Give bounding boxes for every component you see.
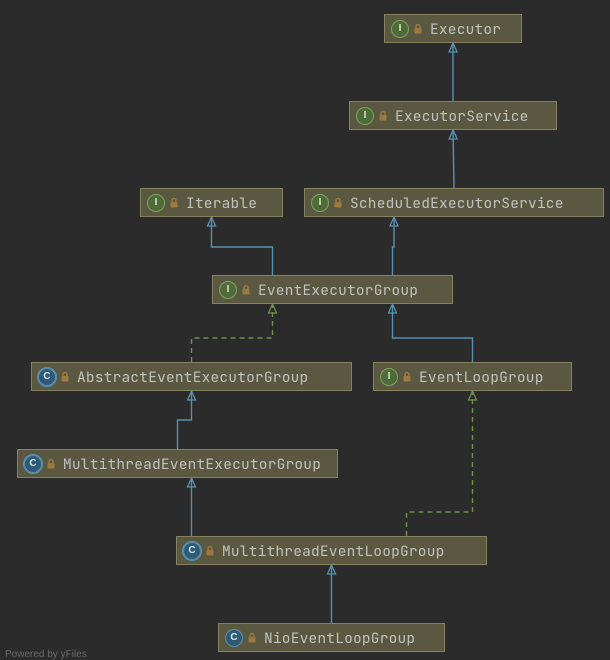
- lock-icon: [59, 371, 71, 383]
- node-ses[interactable]: I ScheduledExecutorService: [304, 188, 604, 217]
- node-elg-label: EventLoopGroup: [419, 368, 544, 387]
- edge-meeg-to-aeeg: [178, 391, 192, 449]
- interface-icon: I: [147, 194, 165, 212]
- interface-icon: I: [311, 194, 329, 212]
- abstract-class-icon: C: [24, 455, 42, 473]
- edge-eeg-to-ses: [393, 217, 395, 275]
- lock-icon: [168, 197, 180, 209]
- edge-melg-to-elg: [407, 391, 473, 536]
- node-aeeg-label: AbstractEventExecutorGroup: [77, 368, 308, 387]
- node-executorService-label: ExecutorService: [395, 107, 529, 126]
- lock-icon: [401, 371, 413, 383]
- node-aeeg[interactable]: C AbstractEventExecutorGroup: [31, 362, 352, 391]
- edge-eeg-to-iterable: [212, 217, 273, 275]
- lock-icon: [412, 23, 424, 35]
- node-executorService[interactable]: I ExecutorService: [349, 101, 557, 130]
- node-meeg[interactable]: C MultithreadEventExecutorGroup: [17, 449, 338, 478]
- edge-elg-to-eeg: [393, 304, 473, 362]
- lock-icon: [240, 284, 252, 296]
- lock-icon: [377, 110, 389, 122]
- interface-icon: I: [219, 281, 237, 299]
- node-eeg[interactable]: I EventExecutorGroup: [212, 275, 453, 304]
- node-elg[interactable]: I EventLoopGroup: [373, 362, 572, 391]
- node-melg[interactable]: C MultithreadEventLoopGroup: [176, 536, 487, 565]
- edge-ses-to-executorService: [453, 130, 454, 188]
- interface-icon: I: [356, 107, 374, 125]
- class-icon: C: [225, 629, 243, 647]
- node-eeg-label: EventExecutorGroup: [258, 281, 418, 300]
- edge-aeeg-to-eeg: [192, 304, 273, 362]
- node-iterable[interactable]: I Iterable: [140, 188, 283, 217]
- node-executor[interactable]: I Executor: [384, 14, 522, 43]
- lock-icon: [204, 545, 216, 557]
- lock-icon: [332, 197, 344, 209]
- node-nio-label: NioEventLoopGroup: [264, 629, 415, 648]
- node-melg-label: MultithreadEventLoopGroup: [222, 542, 445, 561]
- interface-icon: I: [391, 20, 409, 38]
- abstract-class-icon: C: [183, 542, 201, 560]
- lock-icon: [45, 458, 57, 470]
- node-ses-label: ScheduledExecutorService: [350, 194, 564, 213]
- node-iterable-label: Iterable: [186, 194, 257, 213]
- abstract-class-icon: C: [38, 368, 56, 386]
- node-nio[interactable]: C NioEventLoopGroup: [218, 623, 445, 652]
- node-executor-label: Executor: [430, 20, 501, 39]
- lock-icon: [246, 632, 258, 644]
- powered-by-label: Powered by yFiles: [5, 649, 87, 660]
- node-meeg-label: MultithreadEventExecutorGroup: [63, 455, 321, 474]
- interface-icon: I: [380, 368, 398, 386]
